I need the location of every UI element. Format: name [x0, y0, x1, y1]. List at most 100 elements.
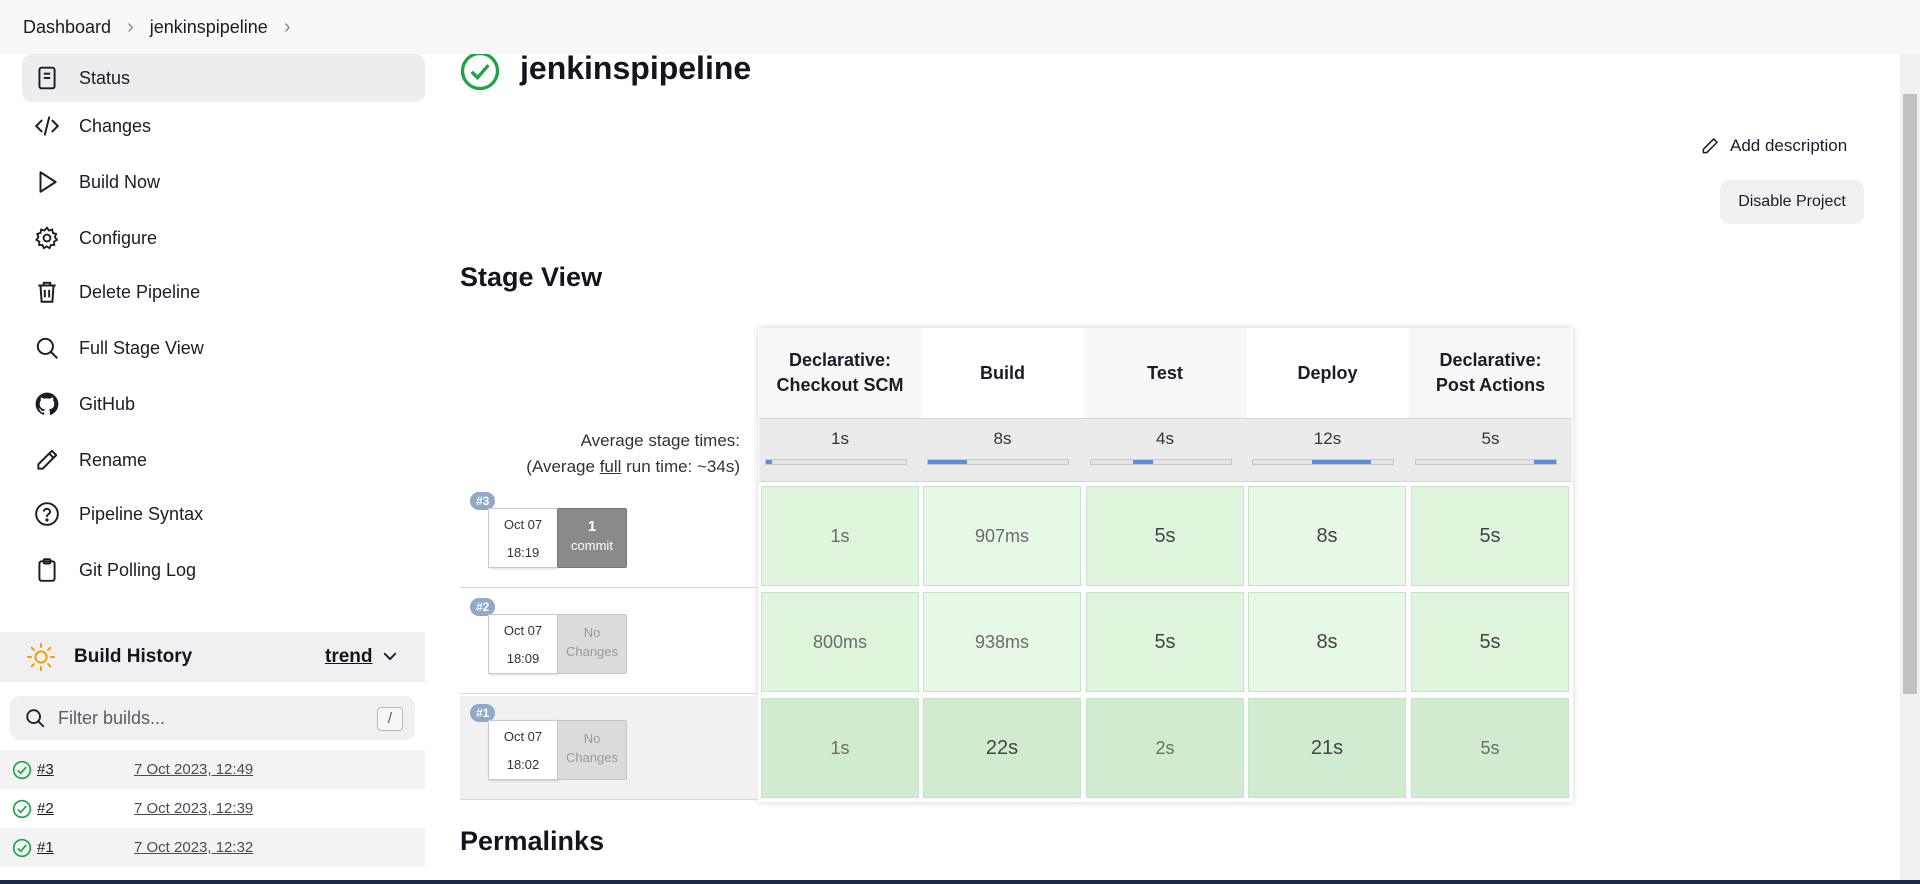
changes-line: Changes	[565, 750, 619, 765]
sidebar-item-github[interactable]: GitHub	[22, 380, 425, 428]
changes-box[interactable]: No Changes	[557, 720, 627, 780]
stage-average-fill	[766, 460, 772, 464]
success-icon	[12, 838, 32, 857]
stage-duration-cell[interactable]: 22s	[923, 698, 1081, 798]
trend-link[interactable]: trend	[325, 646, 373, 668]
stage-average-fill	[1311, 460, 1371, 464]
run-date-box: Oct 07 18:02	[488, 720, 558, 780]
sidebar-item-pipeline-syntax[interactable]: Pipeline Syntax	[22, 490, 425, 538]
stage-duration-cell[interactable]: 8s	[1248, 486, 1406, 586]
stage-average-time: 1s	[759, 418, 921, 482]
build-number-link[interactable]: #1	[37, 839, 54, 856]
stage-duration-cell[interactable]: 5s	[1086, 592, 1244, 692]
stage-average-bar	[1252, 459, 1394, 465]
breadcrumb-separator-icon[interactable]: ›	[284, 16, 291, 39]
disable-project-button[interactable]: Disable Project	[1720, 180, 1864, 224]
success-icon	[460, 51, 500, 91]
stage-duration-cell[interactable]: 5s	[1086, 486, 1244, 586]
stage-name-line: Declarative:	[1439, 350, 1542, 370]
stage-duration-cell[interactable]: 5s	[1411, 698, 1569, 798]
run-date: Oct 07	[503, 517, 543, 532]
filter-builds-input[interactable]	[58, 707, 358, 729]
scrollbar-thumb[interactable]	[1903, 94, 1917, 694]
stage-duration-cell[interactable]: 5s	[1411, 486, 1569, 586]
run-time: 18:09	[506, 651, 540, 666]
add-description-link[interactable]: Add description	[1700, 136, 1847, 156]
breadcrumb-jenkinspipeline[interactable]: jenkinspipeline	[150, 17, 268, 38]
trash-icon	[34, 279, 60, 305]
sidebar-item-label: Pipeline Syntax	[79, 503, 204, 524]
changes-line: Changes	[565, 644, 619, 659]
gear-icon	[34, 225, 60, 251]
sidebar-item-changes[interactable]: Changes	[22, 102, 425, 150]
build-history-row: #1 7 Oct 2023, 12:32	[0, 828, 425, 867]
build-number-link[interactable]: #2	[37, 800, 54, 817]
stage-duration-cell[interactable]: 2s	[1086, 698, 1244, 798]
build-date-link[interactable]: 7 Oct 2023, 12:49	[134, 761, 253, 778]
changes-box[interactable]: No Changes	[557, 614, 627, 674]
filter-builds: /	[10, 696, 415, 740]
stage-run-row: #1 Oct 07 18:02 No Changes	[460, 696, 758, 800]
help-icon	[34, 501, 60, 527]
stage-duration-cell[interactable]: 1s	[761, 698, 919, 798]
sidebar-item-rename[interactable]: Rename	[22, 436, 425, 484]
stage-name-line: Test	[1147, 362, 1183, 383]
build-history-row: #3 7 Oct 2023, 12:49	[0, 750, 425, 789]
sidebar-item-status[interactable]: Status	[22, 54, 425, 102]
github-icon	[34, 391, 60, 417]
stage-average-bar	[1415, 459, 1557, 465]
stage-view-heading: Stage View	[460, 262, 603, 292]
stage-average-fill	[1533, 460, 1556, 464]
sidebar-item-delete-pipeline[interactable]: Delete Pipeline	[22, 268, 425, 316]
stage-average-value: 1s	[831, 429, 849, 448]
build-history-row: #2 7 Oct 2023, 12:39	[0, 789, 425, 828]
stage-duration-cell[interactable]: 5s	[1411, 592, 1569, 692]
build-history-title: Build History	[74, 646, 193, 667]
sidebar-item-label: Delete Pipeline	[79, 281, 201, 302]
sidebar-item-build-now[interactable]: Build Now	[22, 158, 425, 206]
code-icon	[34, 113, 60, 139]
breadcrumb-dashboard[interactable]: Dashboard	[23, 17, 111, 38]
sidebar-item-label: Configure	[79, 227, 158, 248]
window-bottom-edge	[0, 880, 1920, 884]
chevron-down-icon[interactable]	[381, 647, 399, 665]
run-date-box: Oct 07 18:19	[488, 508, 558, 568]
build-date-link[interactable]: 7 Oct 2023, 12:39	[134, 800, 253, 817]
breadcrumb: Dashboard › jenkinspipeline ›	[0, 0, 1920, 54]
average-stage-times-label: Average stage times: (Average full run t…	[526, 428, 740, 480]
stage-duration-cell[interactable]: 1s	[761, 486, 919, 586]
permalinks-heading: Permalinks	[460, 826, 605, 856]
avg-label-prefix: (Average	[526, 457, 600, 476]
sidebar-item-git-polling-log[interactable]: Git Polling Log	[22, 546, 425, 594]
stage-name-line: Deploy	[1297, 362, 1358, 383]
build-number-link[interactable]: #3	[37, 761, 54, 778]
sidebar-item-label: Rename	[79, 449, 148, 470]
stage-average-time: 5s	[1409, 418, 1572, 482]
sidebar-item-configure[interactable]: Configure	[22, 214, 425, 262]
commit-count: 1	[587, 518, 597, 535]
sidebar-item-label: Git Polling Log	[79, 559, 197, 580]
changes-line: No	[583, 731, 601, 746]
stage-duration-cell[interactable]: 800ms	[761, 592, 919, 692]
stage-average-time: 12s	[1246, 418, 1409, 482]
clipboard-icon	[34, 557, 60, 583]
stage-duration-cell[interactable]: 907ms	[923, 486, 1081, 586]
sidebar-item-label: Build Now	[79, 171, 161, 192]
sidebar-item-label: Status	[79, 67, 131, 88]
changes-box[interactable]: 1 commit	[557, 508, 627, 568]
full-run-time-link[interactable]: full	[600, 457, 622, 476]
stage-name-line: Declarative:	[788, 350, 892, 370]
build-date-link[interactable]: 7 Oct 2023, 12:32	[134, 839, 253, 856]
stage-average-time: 4s	[1084, 418, 1246, 482]
stage-duration-cell[interactable]: 21s	[1248, 698, 1406, 798]
stage-duration-cell[interactable]: 938ms	[923, 592, 1081, 692]
stage-average-value: 5s	[1481, 429, 1500, 448]
scrollbar[interactable]	[1900, 54, 1920, 884]
sun-icon	[26, 642, 56, 672]
page-title: jenkinspipeline	[520, 50, 752, 86]
stage-average-value: 12s	[1313, 429, 1342, 448]
sidebar-item-full-stage-view[interactable]: Full Stage View	[22, 324, 425, 372]
changes-line: commit	[571, 538, 613, 553]
changes-line: No	[583, 625, 601, 640]
stage-duration-cell[interactable]: 8s	[1248, 592, 1406, 692]
